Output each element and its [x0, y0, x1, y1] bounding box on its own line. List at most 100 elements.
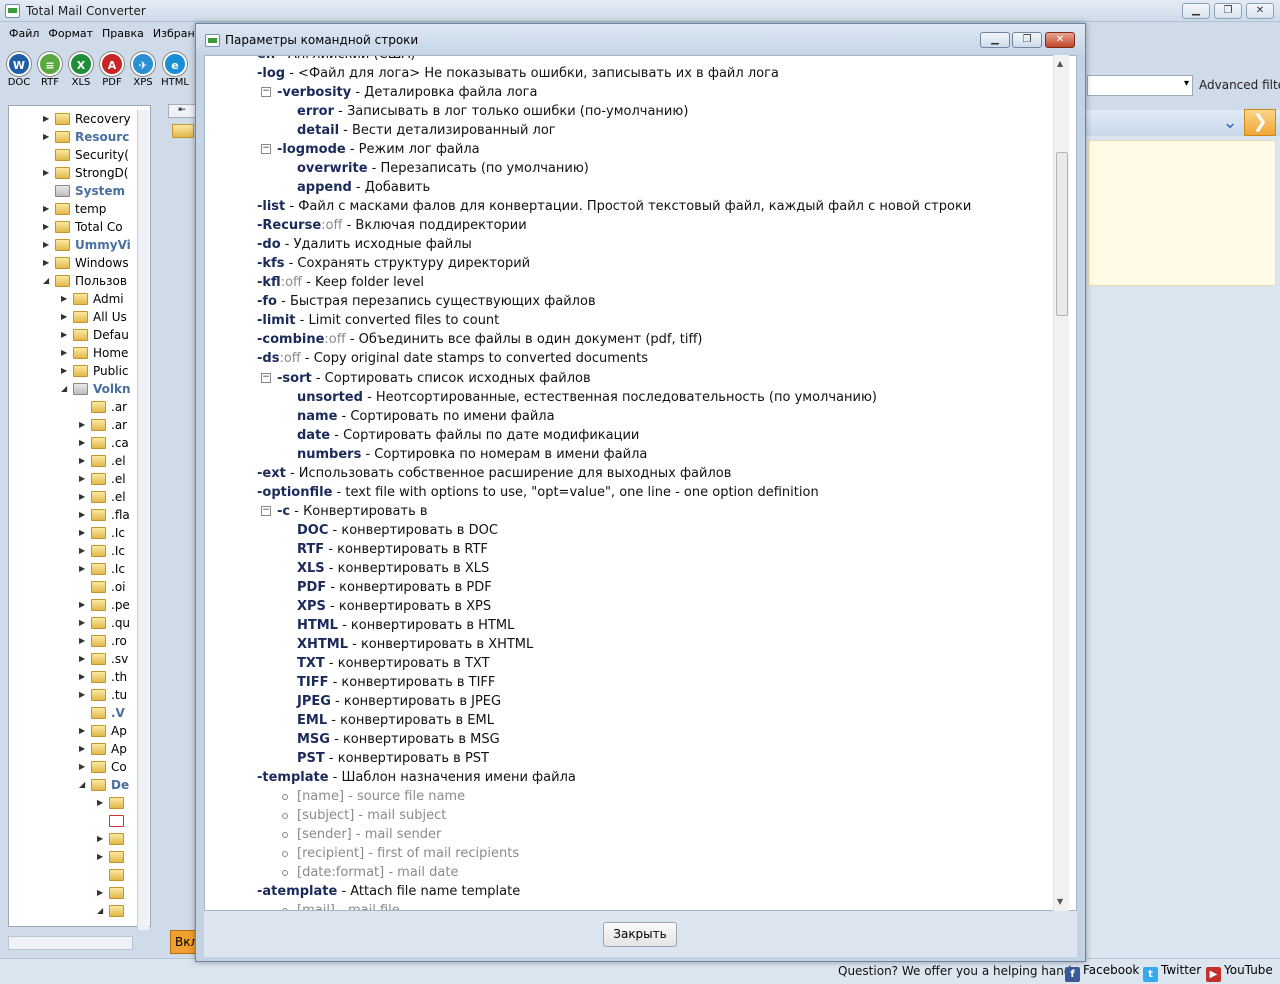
expand-arrow-icon[interactable]: ▶ — [79, 421, 86, 429]
tree-node[interactable]: ▶ .tu — [9, 686, 139, 704]
collapse-toggle-icon[interactable]: − — [261, 372, 271, 383]
expand-arrow-icon[interactable]: ▶ — [43, 241, 50, 249]
tree-node[interactable]: ▶ — [9, 794, 139, 812]
menu-item[interactable]: Файл — [0, 23, 39, 40]
expand-arrow-icon[interactable]: ▶ — [79, 439, 86, 447]
expand-arrow-icon[interactable]: ▶ — [61, 349, 68, 357]
tree-node[interactable]: ◢ De — [9, 776, 139, 794]
next-arrow-icon[interactable]: ❯ — [1244, 109, 1276, 136]
tree-node[interactable]: ▶ .pe — [9, 596, 139, 614]
expand-arrow-icon[interactable]: ◢ — [43, 277, 50, 285]
tree-horizontal-scrollbar[interactable] — [8, 936, 133, 950]
tree-node[interactable]: ▶ UmmyVi — [9, 236, 139, 254]
close-dialog-button[interactable]: Закрыть — [603, 922, 677, 947]
expand-arrow-icon[interactable]: ▶ — [61, 367, 68, 375]
expand-arrow-icon[interactable]: ▶ — [43, 133, 50, 141]
tree-node[interactable]: .V — [9, 704, 139, 722]
twitter-link[interactable]: t Twitter — [1143, 963, 1201, 982]
expand-arrow-icon[interactable]: ▶ — [79, 763, 86, 771]
tree-node[interactable]: ▶ .ro — [9, 632, 139, 650]
menu-item[interactable]: Правка — [93, 23, 144, 40]
tree-node[interactable]: ▶ Ap — [9, 722, 139, 740]
tree-node[interactable]: ▶ .Ic — [9, 524, 139, 542]
expand-arrow-icon[interactable]: ▶ — [97, 889, 104, 897]
menu-item[interactable]: Избран — [144, 23, 195, 40]
expand-arrow-icon[interactable]: ▶ — [79, 655, 86, 663]
scroll-up-icon[interactable]: ▲ — [1057, 59, 1063, 68]
expand-arrow-icon[interactable]: ▶ — [43, 223, 50, 231]
advanced-filter-link[interactable]: Advanced filter — [1199, 78, 1280, 92]
tree-node[interactable]: ▶ Windows — [9, 254, 139, 272]
tree-node[interactable] — [9, 866, 139, 884]
expand-arrow-icon[interactable]: ▶ — [79, 529, 86, 537]
expand-arrow-icon[interactable]: ▶ — [61, 295, 68, 303]
tree-node[interactable]: ◢ — [9, 902, 139, 920]
dialog-maximize-button[interactable]: ❐ — [1012, 32, 1042, 48]
tree-node[interactable]: ▶ — [9, 830, 139, 848]
tree-node[interactable]: ▶ .el — [9, 452, 139, 470]
toolbar-html-button[interactable]: e HTML — [160, 48, 190, 92]
expand-arrow-icon[interactable]: ▶ — [79, 601, 86, 609]
toolbar-rtf-button[interactable]: ≡ RTF — [35, 48, 65, 92]
tree-node[interactable]: ▶ .qu — [9, 614, 139, 632]
collapse-toggle-icon[interactable]: − — [261, 505, 271, 516]
expand-arrow-icon[interactable]: ▶ — [61, 313, 68, 321]
filter-combo[interactable] — [1087, 75, 1193, 96]
expand-arrow-icon[interactable]: ◢ — [61, 385, 68, 393]
maximize-button[interactable]: ❐ — [1214, 3, 1242, 19]
tree-node[interactable]: ▶ Co — [9, 758, 139, 776]
expand-arrow-icon[interactable]: ▶ — [79, 691, 86, 699]
collapse-toggle-icon[interactable]: − — [261, 87, 271, 98]
expand-arrow-icon[interactable]: ▶ — [79, 673, 86, 681]
minimize-button[interactable]: ▁ — [1182, 3, 1210, 19]
tree-node[interactable]: System — [9, 182, 139, 200]
toolbar-xls-button[interactable]: X XLS — [66, 48, 96, 92]
expand-arrow-icon[interactable]: ▶ — [97, 853, 104, 861]
expand-arrow-icon[interactable]: ▶ — [79, 475, 86, 483]
tree-node[interactable]: ▶ StrongD( — [9, 164, 139, 182]
tree-node[interactable] — [9, 812, 139, 830]
tree-node[interactable]: ▶ .sv — [9, 650, 139, 668]
expand-arrow-icon[interactable]: ▶ — [79, 457, 86, 465]
tree-node[interactable]: ▶ .Ic — [9, 542, 139, 560]
scroll-down-icon[interactable]: ▼ — [1057, 897, 1063, 906]
youtube-link[interactable]: ▶ YouTube — [1206, 963, 1273, 982]
tree-node[interactable]: ▶ Home — [9, 344, 139, 362]
expand-arrow-icon[interactable]: ▶ — [79, 547, 86, 555]
collapse-toggle-icon[interactable]: − — [261, 144, 271, 155]
expand-arrow-icon[interactable]: ▶ — [43, 259, 50, 267]
expand-arrow-icon[interactable]: ▶ — [43, 115, 50, 123]
tree-node[interactable]: ▶ Ap — [9, 740, 139, 758]
expand-arrow-icon[interactable]: ▶ — [79, 637, 86, 645]
tree-node[interactable]: ▶ .el — [9, 470, 139, 488]
expand-arrow-icon[interactable]: ▶ — [43, 205, 50, 213]
tree-node[interactable]: ▶ .th — [9, 668, 139, 686]
tree-node[interactable]: ◢ Volkn — [9, 380, 139, 398]
pin-icon[interactable]: ⇤ — [168, 104, 196, 118]
toolbar-pdf-button[interactable]: A PDF — [97, 48, 127, 92]
expand-arrow-icon[interactable]: ▶ — [79, 745, 86, 753]
tree-node[interactable]: ▶ .ar — [9, 416, 139, 434]
chevron-down-icon[interactable]: ⌄ — [1219, 112, 1241, 134]
expand-arrow-icon[interactable]: ▶ — [79, 565, 86, 573]
close-app-button[interactable]: ✕ — [1246, 3, 1274, 19]
expand-arrow-icon[interactable]: ▶ — [79, 493, 86, 501]
tree-node[interactable]: ▶ Resourc — [9, 128, 139, 146]
tree-node[interactable]: ▶ .fla — [9, 506, 139, 524]
tree-node[interactable]: ▶ Total Co — [9, 218, 139, 236]
toolbar-doc-button[interactable]: W DOC — [4, 48, 34, 92]
tree-node[interactable]: ▶ Defau — [9, 326, 139, 344]
tree-node[interactable]: ▶ .Ic — [9, 560, 139, 578]
tree-node[interactable]: .oi — [9, 578, 139, 596]
expand-arrow-icon[interactable]: ◢ — [97, 907, 104, 915]
tree-vertical-scrollbar[interactable] — [137, 110, 149, 930]
tree-node[interactable]: ▶ All Us — [9, 308, 139, 326]
tree-node[interactable]: ▶ Public — [9, 362, 139, 380]
menu-item[interactable]: Формат — [39, 23, 93, 40]
expand-arrow-icon[interactable]: ▶ — [97, 799, 104, 807]
tree-node[interactable]: .ar — [9, 398, 139, 416]
tree-node[interactable]: ◢ Пользов — [9, 272, 139, 290]
tree-node[interactable]: ▶ — [9, 848, 139, 866]
params-scroll-thumb[interactable] — [1056, 152, 1068, 316]
toolbar-xps-button[interactable]: ✈ XPS — [128, 48, 158, 92]
